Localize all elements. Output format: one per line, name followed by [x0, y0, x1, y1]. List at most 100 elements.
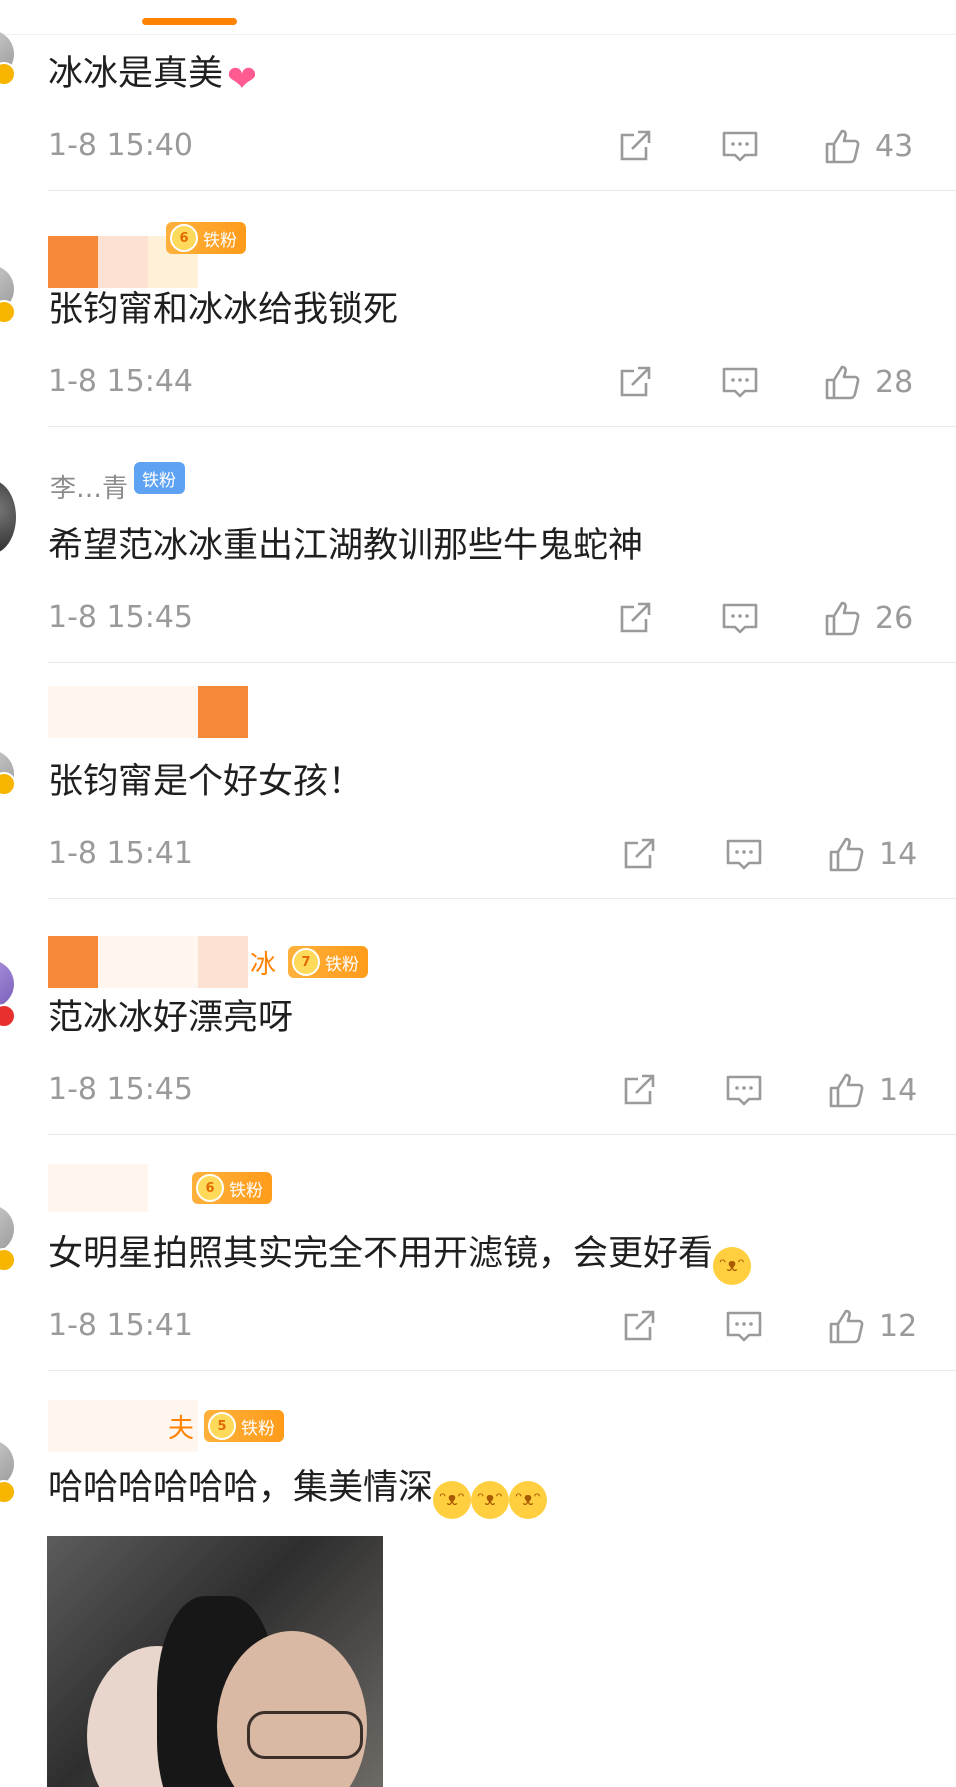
avatar[interactable] — [0, 960, 14, 1008]
laugh-cry-emoji-icon: ᵔᴥᵔ — [509, 1481, 548, 1519]
comment-text: 张钧甯是个好女孩！ — [48, 762, 364, 802]
repost-button[interactable] — [620, 834, 658, 874]
repost-icon — [620, 366, 651, 397]
like-count: 28 — [875, 364, 914, 400]
username[interactable]: 冰 — [250, 944, 276, 981]
username-redacted[interactable] — [48, 1164, 148, 1212]
laugh-emoji-icon: ᵔᴥᵔ — [713, 1247, 752, 1285]
comment-time: 1-8 15:45 — [48, 1072, 193, 1107]
username-redacted[interactable] — [48, 686, 248, 738]
like-count: 14 — [879, 836, 918, 872]
repost-icon — [620, 602, 651, 633]
active-tab-indicator — [142, 18, 237, 25]
like-button[interactable]: 12 — [827, 1306, 917, 1346]
like-button[interactable]: 28 — [823, 362, 913, 402]
fan-badge-label: 铁粉 — [241, 1418, 276, 1439]
verified-badge — [0, 1480, 16, 1504]
like-button[interactable]: 14 — [827, 1070, 917, 1110]
comment-button[interactable] — [721, 362, 759, 402]
like-icon — [825, 129, 860, 164]
username-row: 李…青 铁粉 — [48, 456, 186, 508]
comment-time: 1-8 15:41 — [48, 836, 193, 871]
repost-button[interactable] — [620, 1306, 658, 1346]
comment-icon — [722, 603, 758, 634]
verified-badge — [0, 1248, 16, 1272]
comment-button[interactable] — [725, 1070, 763, 1110]
comment-photo[interactable] — [47, 1536, 383, 1787]
like-count: 12 — [879, 1308, 918, 1344]
like-icon — [829, 1073, 864, 1108]
username-row: 6 铁粉 — [48, 222, 246, 288]
like-count: 26 — [875, 600, 914, 636]
comment-time: 1-8 15:41 — [48, 1308, 193, 1343]
divider — [48, 1134, 956, 1135]
comment-icon — [722, 131, 758, 162]
laugh-cry-emoji-icon: ᵔᴥᵔ — [471, 1481, 510, 1519]
comment-icon — [726, 839, 762, 870]
repost-button[interactable] — [616, 126, 654, 166]
heart-emoji-icon: ❤ — [226, 59, 258, 100]
comment-text: 哈哈哈哈哈哈，集美情深 ᵔᴥᵔ ᵔᴥᵔ ᵔᴥᵔ — [48, 1466, 548, 1519]
like-count: 43 — [875, 128, 914, 164]
comment-time: 1-8 15:44 — [48, 364, 193, 399]
fan-badge[interactable]: 5 铁粉 — [204, 1410, 285, 1442]
like-icon — [829, 837, 864, 872]
comment-text: 范冰冰好漂亮呀 — [48, 998, 294, 1038]
username-redacted[interactable] — [48, 936, 248, 988]
username[interactable]: 夫 — [168, 1408, 194, 1445]
like-button[interactable]: 26 — [823, 598, 913, 638]
top-divider — [0, 34, 956, 35]
comment-button[interactable] — [725, 834, 763, 874]
crown-level-icon: 5 — [208, 1412, 237, 1440]
comment-meta: 1-8 15:45 14 — [48, 1070, 956, 1110]
repost-icon — [624, 1310, 655, 1341]
like-icon — [829, 1309, 864, 1344]
comment-text: 张钧甯和冰冰给我锁死 — [48, 290, 399, 330]
repost-icon — [620, 130, 651, 161]
divider — [48, 190, 956, 191]
crown-level-icon: 6 — [170, 224, 198, 252]
like-icon — [825, 601, 860, 636]
fan-badge[interactable]: 7 铁粉 — [288, 946, 369, 978]
repost-button[interactable] — [616, 362, 654, 402]
comment-button[interactable] — [721, 598, 759, 638]
username-row — [48, 686, 248, 738]
fan-badge[interactable]: 6 铁粉 — [192, 1172, 272, 1204]
username-row: 冰 7 铁粉 — [48, 936, 369, 988]
fan-badge[interactable]: 铁粉 — [134, 462, 186, 494]
verified-badge — [0, 1004, 16, 1028]
photo-glasses — [247, 1711, 363, 1759]
verified-badge — [0, 62, 16, 86]
laugh-cry-emoji-icon: ᵔᴥᵔ — [433, 1481, 472, 1519]
like-icon — [825, 365, 860, 400]
divider — [48, 662, 956, 663]
fan-badge-label: 铁粉 — [229, 1180, 263, 1201]
comment-time: 1-8 15:40 — [48, 128, 193, 163]
comment-text-content: 哈哈哈哈哈哈，集美情深 — [48, 1468, 434, 1508]
comment-meta: 1-8 15:41 14 — [48, 834, 956, 874]
repost-button[interactable] — [620, 1070, 658, 1110]
username[interactable]: 李…青 — [50, 468, 128, 505]
divider — [48, 898, 956, 899]
like-count: 14 — [879, 1072, 918, 1108]
comment-button[interactable] — [721, 126, 759, 166]
comment-button[interactable] — [725, 1306, 763, 1346]
fan-badge[interactable]: 6 铁粉 — [166, 222, 246, 254]
comment-icon — [722, 367, 758, 398]
divider — [48, 426, 956, 427]
avatar[interactable] — [0, 1205, 14, 1253]
comment-text: 冰冰是真美 ❤ — [48, 52, 261, 100]
like-button[interactable]: 14 — [827, 834, 917, 874]
comment-icon — [726, 1311, 762, 1342]
comment-meta: 1-8 15:41 12 — [48, 1306, 956, 1346]
crown-level-icon: 7 — [292, 948, 321, 976]
like-button[interactable]: 43 — [823, 126, 913, 166]
username-row: 6 铁粉 — [48, 1164, 272, 1212]
comment-meta: 1-8 15:40 43 — [48, 126, 956, 166]
fan-badge-label: 铁粉 — [325, 954, 360, 975]
repost-icon — [624, 838, 655, 869]
verified-badge — [0, 300, 16, 324]
crown-level-icon: 6 — [196, 1174, 224, 1202]
avatar[interactable] — [0, 480, 16, 554]
repost-button[interactable] — [616, 598, 654, 638]
